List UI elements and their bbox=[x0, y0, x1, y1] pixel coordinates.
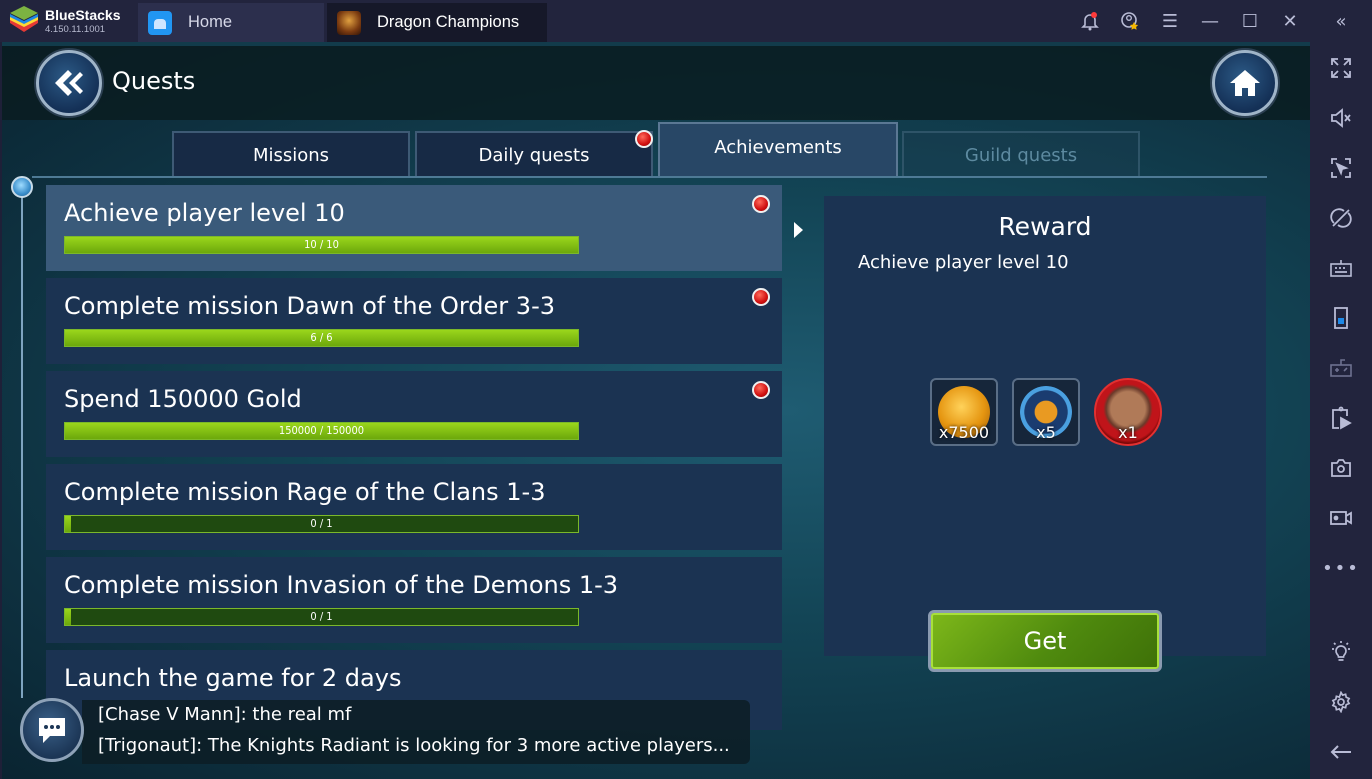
reward-item-emblem[interactable]: x5 bbox=[1012, 378, 1080, 446]
progress-bar: 150000 / 150000 bbox=[64, 422, 579, 440]
chat-preview[interactable]: [Chase V Mann]: the real mf [Trigonaut]:… bbox=[82, 700, 750, 764]
brand-name: BlueStacks bbox=[45, 7, 121, 23]
quest-list: Achieve player level 10 10 / 10 Complete m… bbox=[46, 185, 782, 730]
double-chevron-left-icon bbox=[55, 70, 83, 96]
close-icon[interactable]: ✕ bbox=[1270, 0, 1310, 42]
settings-gear-icon[interactable] bbox=[1310, 682, 1372, 722]
back-button[interactable] bbox=[36, 50, 102, 116]
notification-badge bbox=[752, 195, 770, 213]
tab-missions[interactable]: Missions bbox=[172, 131, 410, 178]
progress-text: 0 / 1 bbox=[310, 610, 333, 623]
quests-header bbox=[2, 42, 1310, 120]
chat-bubble-icon bbox=[39, 718, 65, 743]
reward-title: Reward bbox=[998, 212, 1092, 241]
notification-badge bbox=[752, 381, 770, 399]
progress-bar: 10 / 10 bbox=[64, 236, 579, 254]
menu-icon[interactable]: ☰ bbox=[1150, 0, 1190, 42]
home-icon bbox=[148, 10, 172, 35]
quest-title: Complete mission Invasion of the Demons … bbox=[64, 571, 619, 599]
portrait-mode-icon[interactable] bbox=[1310, 298, 1372, 338]
minimize-icon[interactable]: — bbox=[1190, 0, 1230, 42]
tab-missions-label: Missions bbox=[252, 145, 330, 166]
progress-bar: 0 / 1 bbox=[64, 515, 579, 533]
keyboard-icon[interactable] bbox=[1310, 248, 1372, 288]
tab-dragon-champions[interactable]: Dragon Champions bbox=[327, 3, 547, 42]
tab-home[interactable]: Home bbox=[138, 3, 324, 42]
tab-achievements-label: Achievements bbox=[714, 136, 842, 158]
tab-daily-quests[interactable]: Daily quests bbox=[415, 131, 653, 178]
chat-button[interactable] bbox=[20, 698, 84, 762]
tab-achievements[interactable]: Achievements bbox=[658, 122, 898, 178]
tabs-divider bbox=[32, 176, 1267, 178]
progress-text: 6 / 6 bbox=[310, 331, 333, 344]
maximize-icon[interactable]: ☐ bbox=[1230, 0, 1270, 42]
notification-bell-icon[interactable] bbox=[1070, 0, 1110, 42]
quest-item[interactable]: Complete mission Dawn of the Order 3-3 6 … bbox=[46, 278, 782, 364]
progress-text: 10 / 10 bbox=[304, 238, 339, 251]
quest-title: Complete mission Dawn of the Order 3-3 bbox=[64, 292, 556, 320]
reward-item-gold[interactable]: x7500 bbox=[930, 378, 998, 446]
quest-item[interactable]: Achieve player level 10 10 / 10 bbox=[46, 185, 782, 271]
gamepad-icon[interactable] bbox=[1310, 348, 1372, 388]
quest-title: Spend 150000 Gold bbox=[64, 385, 302, 413]
emulator-sidebar: ••• bbox=[1310, 42, 1372, 779]
quest-item[interactable]: Spend 150000 Gold 150000 / 150000 bbox=[46, 371, 782, 457]
progress-text: 150000 / 150000 bbox=[278, 424, 365, 437]
scroll-track[interactable] bbox=[21, 188, 23, 698]
version-label: 4.150.11.1001 bbox=[45, 24, 106, 35]
hide-icon[interactable] bbox=[1310, 198, 1372, 238]
screenshot-icon[interactable] bbox=[1310, 448, 1372, 488]
record-video-icon[interactable] bbox=[1310, 498, 1372, 538]
quest-item[interactable]: Complete mission Rage of the Clans 1-3 0 … bbox=[46, 464, 782, 550]
lock-cursor-icon[interactable] bbox=[1310, 148, 1372, 188]
progress-bar: 0 / 1 bbox=[64, 608, 579, 626]
emulator-title-bar: BlueStacks 4.150.11.1001 Home Dragon Cha… bbox=[0, 0, 1372, 42]
dragon-champions-app-icon bbox=[337, 10, 361, 35]
progress-bar: 6 / 6 bbox=[64, 329, 579, 347]
collapse-sidebar-icon[interactable]: « bbox=[1310, 0, 1372, 42]
reward-quantity: x7500 bbox=[938, 423, 990, 442]
mute-volume-icon[interactable] bbox=[1310, 98, 1372, 138]
page-title: Quests bbox=[112, 67, 196, 95]
reward-item-hero[interactable]: x1 bbox=[1094, 378, 1162, 446]
scroll-handle[interactable] bbox=[11, 176, 33, 198]
get-reward-button[interactable]: Get bbox=[928, 610, 1162, 672]
tab-guild-quests[interactable]: Guild quests bbox=[902, 131, 1140, 178]
house-icon bbox=[1230, 70, 1260, 96]
reward-description: Achieve player level 10 bbox=[858, 252, 1069, 273]
notification-badge bbox=[752, 288, 770, 306]
tab-daily-quests-label: Daily quests bbox=[478, 145, 590, 166]
home-button[interactable] bbox=[1212, 50, 1278, 116]
tab-home-label: Home bbox=[188, 13, 233, 31]
back-arrow-icon[interactable] bbox=[1310, 732, 1372, 772]
tips-lightbulb-icon[interactable] bbox=[1310, 632, 1372, 672]
bluestacks-logo-icon bbox=[10, 6, 38, 32]
progress-text: 0 / 1 bbox=[310, 517, 333, 530]
tab-guild-quests-label: Guild quests bbox=[964, 145, 1078, 166]
quest-title: Launch the game for 2 days bbox=[64, 664, 402, 692]
reward-panel: Reward Achieve player level 10 x7500 x5 … bbox=[824, 196, 1266, 672]
reward-quantity: x5 bbox=[1036, 423, 1056, 442]
media-manager-icon[interactable] bbox=[1310, 398, 1372, 438]
reward-quantity: x1 bbox=[1118, 423, 1138, 442]
chat-message: [Chase V Mann]: the real mf bbox=[98, 704, 352, 725]
quest-item[interactable]: Complete mission Invasion of the Demons … bbox=[46, 557, 782, 643]
account-star-icon[interactable] bbox=[1110, 0, 1150, 42]
tab-game-label: Dragon Champions bbox=[377, 13, 520, 31]
more-icon[interactable]: ••• bbox=[1310, 548, 1372, 588]
quest-title: Complete mission Rage of the Clans 1-3 bbox=[64, 478, 546, 506]
game-screen: Quests Missions Daily quests Achievement… bbox=[2, 42, 1310, 779]
fullscreen-icon[interactable] bbox=[1310, 48, 1372, 88]
quest-title: Achieve player level 10 bbox=[64, 199, 345, 227]
notification-badge bbox=[635, 130, 653, 148]
selection-arrow-icon bbox=[794, 222, 803, 238]
chat-message: [Trigonaut]: The Knights Radiant is look… bbox=[98, 735, 730, 756]
